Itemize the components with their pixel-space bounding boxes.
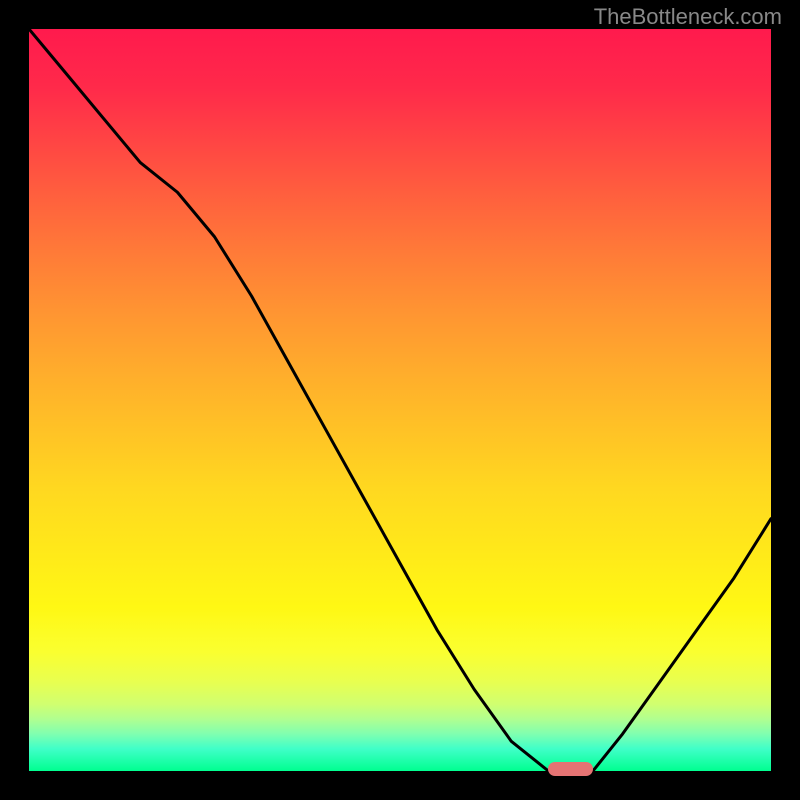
bottleneck-curve: [29, 29, 771, 771]
chart-container: TheBottleneck.com: [0, 0, 800, 800]
optimal-range-marker: [548, 762, 593, 776]
watermark-text: TheBottleneck.com: [594, 4, 782, 30]
